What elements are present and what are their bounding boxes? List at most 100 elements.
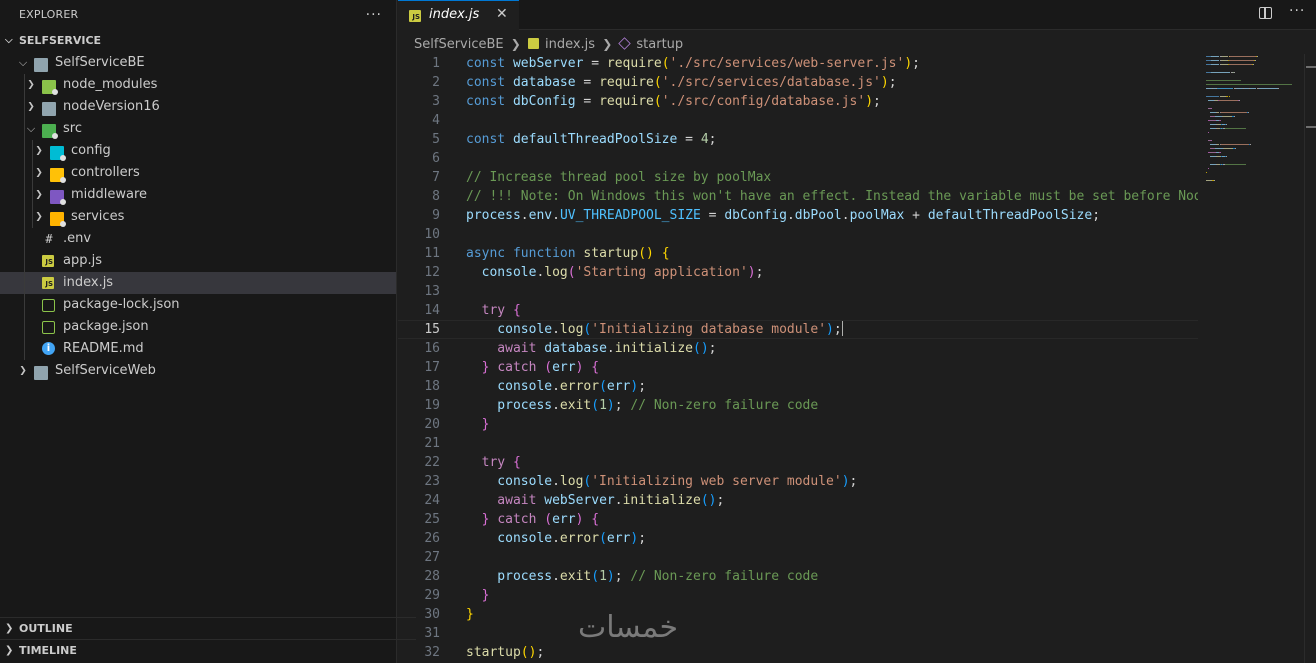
minimap-line bbox=[1259, 88, 1278, 90]
code-line[interactable]: 1 const webServer = require('./src/servic… bbox=[398, 54, 1198, 73]
code-text: } bbox=[466, 586, 490, 605]
tree-item-services[interactable]: ❯ services bbox=[0, 206, 396, 228]
code-token: process bbox=[466, 208, 521, 223]
code-line[interactable]: 23 console.log('Initializing web server … bbox=[398, 472, 1198, 491]
code-line[interactable]: 11 async function startup() { bbox=[398, 244, 1198, 263]
tree-item-env[interactable]: # .env bbox=[0, 228, 396, 250]
code-token: ) bbox=[826, 322, 834, 337]
code-token: () bbox=[700, 493, 717, 508]
code-token: err bbox=[552, 360, 576, 375]
code-line[interactable]: 30} bbox=[398, 605, 1198, 624]
code-line[interactable]: 25 } catch (err) { bbox=[398, 510, 1198, 529]
tree-item-controllers[interactable]: ❯ controllers bbox=[0, 162, 396, 184]
code-line[interactable]: 2 const database = require('./src/service… bbox=[398, 73, 1198, 92]
tab-index-js[interactable]: JS index.js ✕ bbox=[398, 0, 519, 30]
code-line[interactable]: 21 bbox=[398, 434, 1198, 453]
code-token: error bbox=[559, 531, 600, 546]
code-text: console.error(err); bbox=[466, 377, 646, 396]
code-line[interactable]: 14 try { bbox=[398, 301, 1198, 320]
code-token: 'Initializing database module' bbox=[591, 322, 827, 337]
code-token: console bbox=[466, 531, 553, 546]
minimap[interactable] bbox=[1198, 54, 1304, 224]
code-token: // Non-zero failure code bbox=[630, 569, 819, 584]
tree-item-selfservicebe[interactable]: ⌵ SelfServiceBE bbox=[0, 52, 396, 74]
minimap-line bbox=[1254, 60, 1256, 62]
tab-label: index.js bbox=[429, 7, 480, 22]
outline-section-header[interactable]: ❯ OUTLINE bbox=[0, 617, 416, 640]
breadcrumb-folder[interactable]: SelfServiceBE bbox=[414, 37, 504, 52]
code-line[interactable]: 5 const defaultThreadPoolSize = 4; bbox=[398, 130, 1198, 149]
chevron-down-icon: ⌵ bbox=[5, 35, 13, 46]
code-line[interactable]: 17 } catch (err) { bbox=[398, 358, 1198, 377]
code-text: } catch (err) { bbox=[466, 358, 599, 377]
breadcrumb-symbol[interactable]: startup bbox=[636, 37, 683, 52]
tree-item-nodeversion16[interactable]: ❯ nodeVersion16 bbox=[0, 96, 396, 118]
tree-item-selfserviceweb[interactable]: ❯ SelfServiceWeb bbox=[0, 360, 396, 382]
minimap-line bbox=[1233, 116, 1235, 118]
code-line[interactable]: 19 process.exit(1); // Non-zero failure … bbox=[398, 396, 1198, 415]
code-line[interactable]: 31 bbox=[398, 624, 1198, 643]
line-number: 5 bbox=[432, 132, 440, 147]
tree-item-label: services bbox=[71, 209, 125, 224]
code-token: log bbox=[559, 322, 584, 337]
explorer-more-actions-icon[interactable]: ··· bbox=[366, 0, 382, 30]
line-number: 25 bbox=[424, 512, 440, 527]
code-token: './src/services/web-server.js' bbox=[669, 56, 905, 71]
tree-item-middleware[interactable]: ❯ middleware bbox=[0, 184, 396, 206]
code-line[interactable]: 10 bbox=[398, 225, 1198, 244]
workspace-section-header[interactable]: ⌵ SELFSERVICE bbox=[0, 30, 396, 52]
tree-item-node-modules[interactable]: ❯ node_modules bbox=[0, 74, 396, 96]
code-line[interactable]: 13 bbox=[398, 282, 1198, 301]
minimap-line bbox=[1250, 144, 1252, 146]
more-actions-icon[interactable]: ··· bbox=[1289, 3, 1305, 19]
minimap-line bbox=[1228, 64, 1252, 66]
folder-badge-icon bbox=[60, 199, 66, 205]
code-token: = bbox=[677, 132, 701, 147]
code-line[interactable]: 3 const dbConfig = require('./src/config/… bbox=[398, 92, 1198, 111]
code-line[interactable]: 26 console.error(err); bbox=[398, 529, 1198, 548]
code-token: { bbox=[512, 455, 521, 470]
tree-item-readme-md[interactable]: i README.md bbox=[0, 338, 396, 360]
tree-item-src[interactable]: ⌵ src bbox=[0, 118, 396, 140]
tree-item-index-js[interactable]: JS index.js bbox=[0, 272, 396, 294]
tree-item-config[interactable]: ❯ config bbox=[0, 140, 396, 162]
code-token: console bbox=[466, 474, 553, 489]
split-editor-icon[interactable] bbox=[1259, 7, 1272, 19]
code-token: ) bbox=[904, 56, 913, 71]
code-line[interactable]: 8 // !!! Note: On Windows this won't have… bbox=[398, 187, 1198, 206]
code-token: catch bbox=[497, 360, 545, 375]
code-line[interactable]: 18 console.error(err); bbox=[398, 377, 1198, 396]
tree-item-package-lock-json[interactable]: package-lock.json bbox=[0, 294, 396, 316]
code-line[interactable]: 20 } bbox=[398, 415, 1198, 434]
code-line[interactable]: 7 // Increase thread pool size by poolMax bbox=[398, 168, 1198, 187]
code-line[interactable]: 22 try { bbox=[398, 453, 1198, 472]
vertical-scrollbar[interactable] bbox=[1304, 54, 1316, 663]
tree-item-label: nodeVersion16 bbox=[63, 99, 160, 114]
code-line[interactable]: 32 startup(); bbox=[398, 643, 1198, 662]
code-token: err bbox=[552, 512, 576, 527]
code-line[interactable]: 27 bbox=[398, 548, 1198, 567]
code-line[interactable]: 24 await webServer.initialize(); bbox=[398, 491, 1198, 510]
code-line[interactable]: 28 process.exit(1); // Non-zero failure … bbox=[398, 567, 1198, 586]
timeline-section-header[interactable]: ❯ TIMELINE bbox=[0, 639, 416, 662]
folder-icon bbox=[34, 366, 48, 380]
workspace-name: SELFSERVICE bbox=[19, 34, 102, 47]
code-line[interactable]: 29 } bbox=[398, 586, 1198, 605]
code-line[interactable]: 6 bbox=[398, 149, 1198, 168]
code-token: () bbox=[638, 246, 654, 261]
chevron-down-icon: ⌵ bbox=[18, 56, 28, 69]
close-icon[interactable]: ✕ bbox=[496, 6, 508, 22]
code-line[interactable]: 12 console.log('Starting application'); bbox=[398, 263, 1198, 282]
code-line[interactable]: 4 bbox=[398, 111, 1198, 130]
code-line[interactable]: 16 await database.initialize(); bbox=[398, 339, 1198, 358]
tree-item-app-js[interactable]: JS app.js bbox=[0, 250, 396, 272]
tree-item-package-json[interactable]: package.json bbox=[0, 316, 396, 338]
js-file-icon: JS bbox=[409, 10, 421, 22]
code-line[interactable]: 15 console.log('Initializing database mo… bbox=[398, 320, 1198, 339]
code-line[interactable]: 9 process.env.UV_THREADPOOL_SIZE = dbConf… bbox=[398, 206, 1198, 225]
code-token: = bbox=[575, 75, 600, 90]
folder-open-icon bbox=[34, 58, 48, 72]
breadcrumb-file[interactable]: index.js bbox=[545, 37, 595, 52]
code-token: . bbox=[552, 531, 560, 546]
code-editor[interactable]: 1 const webServer = require('./src/servic… bbox=[398, 54, 1198, 663]
